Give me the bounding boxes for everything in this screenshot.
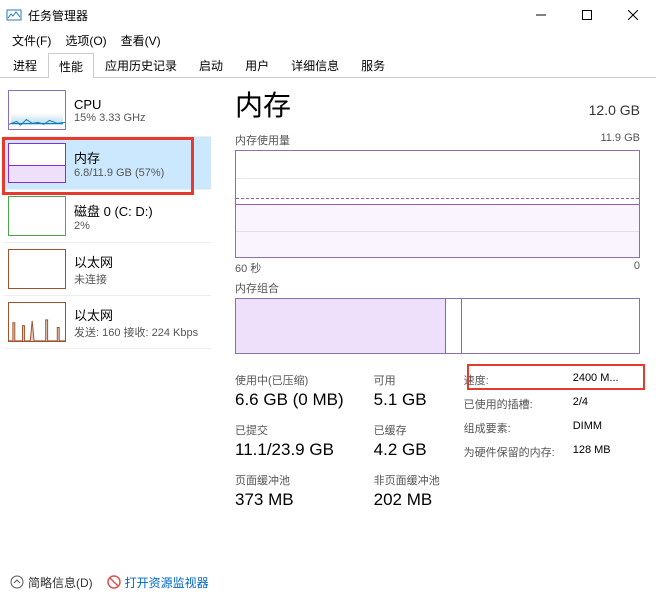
slots-value: 2/4 xyxy=(573,396,619,412)
footer: 简略信息(D) 打开资源监视器 xyxy=(0,568,656,596)
tab-users[interactable]: 用户 xyxy=(234,52,280,77)
menubar: 文件(F) 选项(O) 查看(V) xyxy=(0,30,656,50)
tab-startup[interactable]: 启动 xyxy=(188,52,234,77)
close-button[interactable] xyxy=(610,0,656,30)
memory-composition-graph[interactable] xyxy=(235,298,640,354)
window-title: 任务管理器 xyxy=(28,7,518,24)
memory-usage-graph[interactable] xyxy=(235,150,640,258)
sidebar-item-sub: 6.8/11.9 GB (57%) xyxy=(74,167,164,179)
speed-value: 2400 M... xyxy=(573,372,619,388)
content-panel: 内存 12.0 GB 内存使用量 11.9 GB 60 秒 0 内存组合 xyxy=(215,78,656,568)
composition-label: 内存组合 xyxy=(235,280,279,296)
sidebar-item-sub: 未连接 xyxy=(74,271,113,287)
axis-left: 60 秒 xyxy=(235,260,261,276)
app-icon xyxy=(6,7,22,23)
sidebar-item-label: CPU xyxy=(74,97,146,112)
brief-info-link[interactable]: 简略信息(D) xyxy=(10,574,93,591)
form-factor-label: 组成要素: xyxy=(464,420,555,436)
sidebar: CPU 15% 3.33 GHz 内存 6.8/11.9 GB (57%) 磁盘… xyxy=(0,78,215,568)
sidebar-item-sub: 发送: 160 接收: 224 Kbps xyxy=(74,324,198,340)
speed-label: 速度: xyxy=(464,372,555,388)
minimize-button[interactable] xyxy=(518,0,564,30)
window-controls xyxy=(518,0,656,30)
nonpaged-pool-label: 非页面缓冲池 xyxy=(374,472,440,488)
paged-pool-value: 373 MB xyxy=(235,490,344,510)
tab-app-history[interactable]: 应用历史记录 xyxy=(94,52,188,77)
usage-graph-max: 11.9 GB xyxy=(600,132,640,148)
tab-services[interactable]: 服务 xyxy=(350,52,396,77)
sidebar-item-cpu[interactable]: CPU 15% 3.33 GHz xyxy=(4,84,211,137)
main-area: CPU 15% 3.33 GHz 内存 6.8/11.9 GB (57%) 磁盘… xyxy=(0,78,656,568)
maximize-button[interactable] xyxy=(564,0,610,30)
tab-details[interactable]: 详细信息 xyxy=(280,52,350,77)
reserved-label: 为硬件保留的内存: xyxy=(464,444,555,460)
sidebar-item-sub: 15% 3.33 GHz xyxy=(74,112,146,124)
form-factor-value: DIMM xyxy=(573,420,619,436)
in-use-value: 6.6 GB (0 MB) xyxy=(235,390,344,410)
menu-file[interactable]: 文件(F) xyxy=(6,30,57,51)
menu-view[interactable]: 查看(V) xyxy=(115,30,167,51)
reserved-value: 128 MB xyxy=(573,444,619,460)
cached-value: 4.2 GB xyxy=(374,440,440,460)
open-resource-monitor-link[interactable]: 打开资源监视器 xyxy=(107,574,209,591)
sidebar-item-disk[interactable]: 磁盘 0 (C: D:) 2% xyxy=(4,190,211,243)
cpu-thumbnail xyxy=(8,90,66,130)
disk-thumbnail xyxy=(8,196,66,236)
available-label: 可用 xyxy=(374,372,440,388)
in-use-label: 使用中(已压缩) xyxy=(235,372,344,388)
ethernet-thumbnail xyxy=(8,249,66,289)
tab-performance[interactable]: 性能 xyxy=(48,53,94,78)
committed-value: 11.1/23.9 GB xyxy=(235,440,344,460)
sidebar-item-label: 以太网 xyxy=(74,252,113,271)
tab-processes[interactable]: 进程 xyxy=(2,52,48,77)
paged-pool-label: 页面缓冲池 xyxy=(235,472,344,488)
nonpaged-pool-value: 202 MB xyxy=(374,490,440,510)
usage-graph-label: 内存使用量 xyxy=(235,132,290,148)
stats-area: 使用中(已压缩) 6.6 GB (0 MB) 可用 5.1 GB 已提交 11.… xyxy=(235,372,640,510)
memory-thumbnail xyxy=(8,143,66,183)
sidebar-item-label: 内存 xyxy=(74,148,164,167)
sidebar-item-sub: 2% xyxy=(74,220,153,232)
slots-label: 已使用的插槽: xyxy=(464,396,555,412)
page-title: 内存 xyxy=(235,84,291,124)
titlebar: 任务管理器 xyxy=(0,0,656,30)
sidebar-item-label: 以太网 xyxy=(74,305,198,324)
sidebar-item-label: 磁盘 0 (C: D:) xyxy=(74,201,153,220)
chevron-up-icon xyxy=(10,575,24,589)
resource-monitor-icon xyxy=(107,575,121,589)
sidebar-item-ethernet-2[interactable]: 以太网 发送: 160 接收: 224 Kbps xyxy=(4,296,211,349)
memory-total: 12.0 GB xyxy=(589,102,640,118)
sidebar-item-ethernet-1[interactable]: 以太网 未连接 xyxy=(4,243,211,296)
cached-label: 已缓存 xyxy=(374,422,440,438)
sidebar-item-memory[interactable]: 内存 6.8/11.9 GB (57%) xyxy=(4,137,211,190)
committed-label: 已提交 xyxy=(235,422,344,438)
menu-options[interactable]: 选项(O) xyxy=(59,30,112,51)
tabbar: 进程 性能 应用历史记录 启动 用户 详细信息 服务 xyxy=(0,52,656,78)
available-value: 5.1 GB xyxy=(374,390,440,410)
ethernet-thumbnail xyxy=(8,302,66,342)
axis-right: 0 xyxy=(634,260,640,276)
